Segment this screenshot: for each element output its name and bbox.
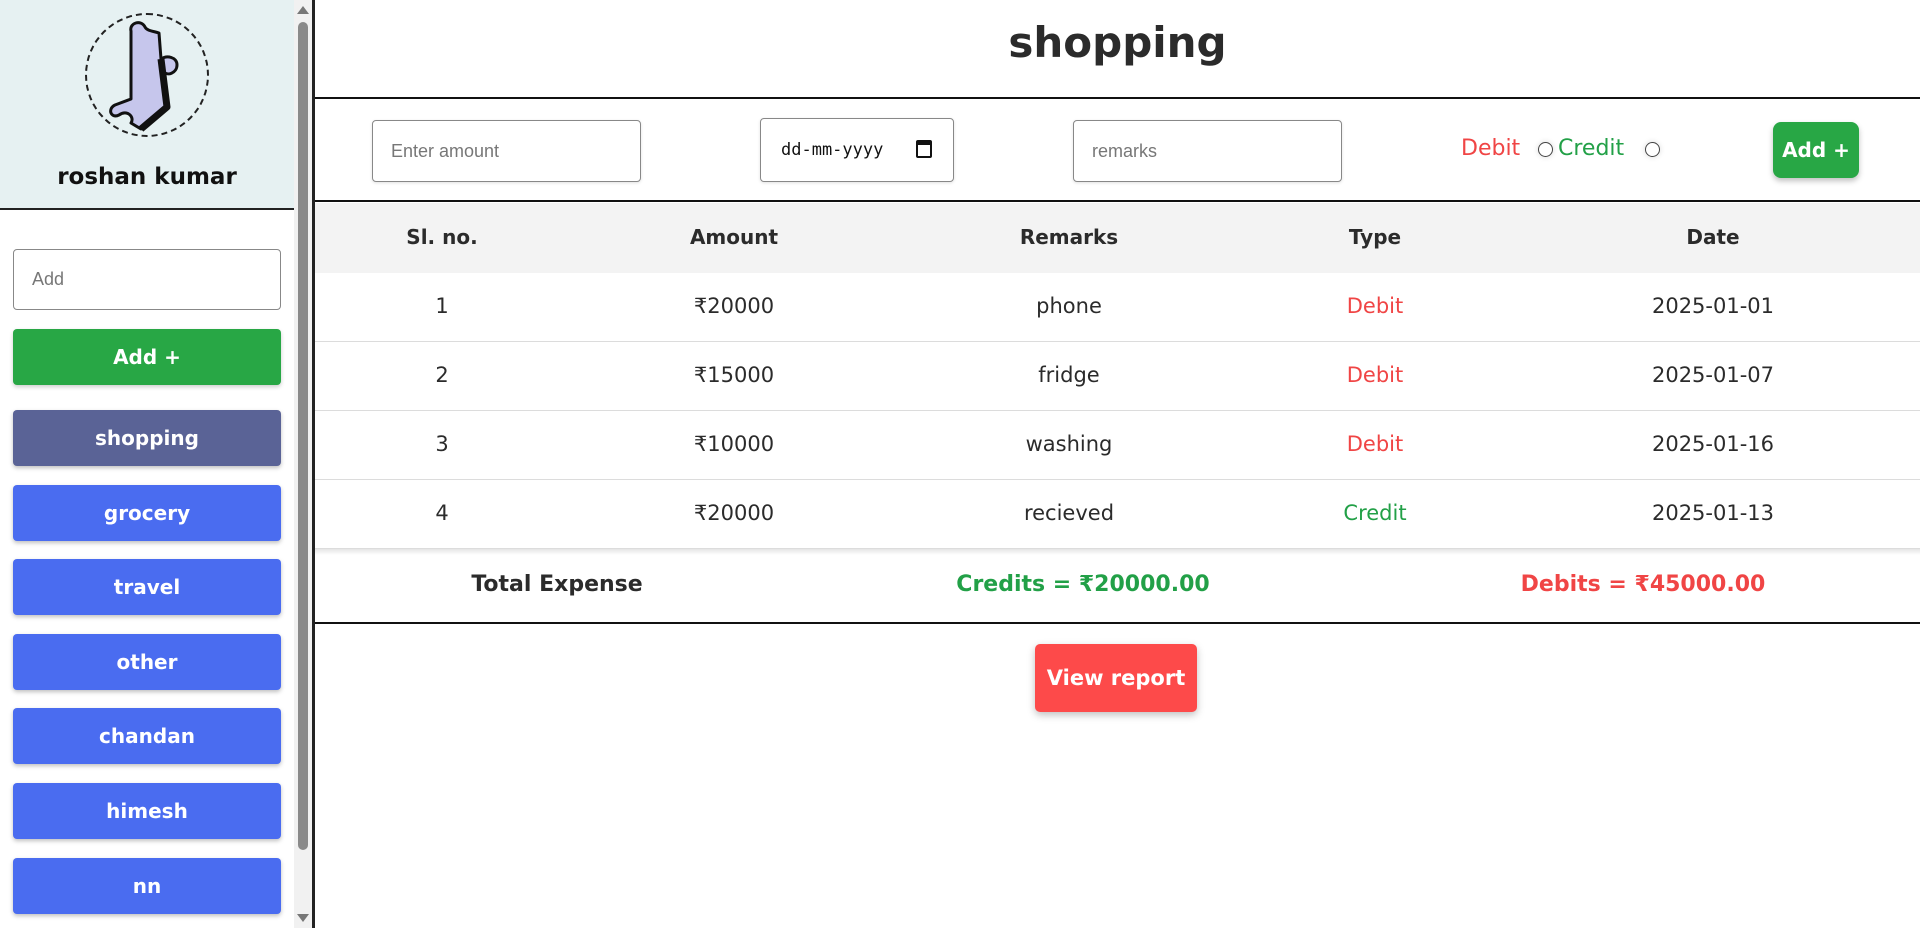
total-expense-label: Total Expense <box>471 572 643 597</box>
cell-date: 2025-01-01 <box>1651 294 1775 318</box>
scroll-down-arrow-icon[interactable] <box>297 914 309 922</box>
debit-label: Debit <box>1461 136 1521 161</box>
credits-total: Credits = ₹20000.00 <box>956 572 1210 597</box>
page-title: shopping <box>1008 18 1227 67</box>
view-report-button[interactable]: View report <box>1035 644 1197 712</box>
scroll-thumb[interactable] <box>298 22 308 850</box>
date-placeholder: dd-mm-yyyy <box>781 140 884 160</box>
main-panel: shopping dd-mm-yyyy Debit Credit Add + S… <box>315 0 1920 928</box>
category-add-input[interactable] <box>13 249 281 310</box>
header-remarks: Remarks <box>1019 225 1119 249</box>
cell-date: 2025-01-13 <box>1651 501 1775 525</box>
cell-date: 2025-01-16 <box>1651 432 1775 456</box>
table-shadow <box>315 549 1920 555</box>
scroll-up-arrow-icon[interactable] <box>297 6 309 14</box>
cell-remarks: washing <box>1025 432 1113 456</box>
puzzle-piece-icon <box>109 21 179 132</box>
category-button-other[interactable]: other <box>13 634 281 690</box>
category-button-chandan[interactable]: chandan <box>13 708 281 764</box>
cell-amount: ₹20000 <box>693 294 775 318</box>
header-sl-no: Sl. no. <box>406 225 478 249</box>
cell-sl-no: 3 <box>435 432 449 456</box>
cell-amount: ₹10000 <box>693 432 775 456</box>
amount-input[interactable] <box>372 120 641 182</box>
category-button-shopping[interactable]: shopping <box>13 410 281 466</box>
profile-name: roshan kumar <box>57 164 237 190</box>
table-row: 4 ₹20000 recieved Credit 2025-01-13 <box>315 480 1920 549</box>
cell-type: Credit <box>1343 501 1407 525</box>
category-button-nn[interactable]: nn <box>13 858 281 914</box>
cell-sl-no: 4 <box>435 501 449 525</box>
table-row: 1 ₹20000 phone Debit 2025-01-01 <box>315 273 1920 342</box>
debit-radio[interactable] <box>1538 142 1553 157</box>
category-add-button[interactable]: Add + <box>13 329 281 385</box>
header-type: Type <box>1348 225 1402 249</box>
header-date: Date <box>1686 225 1740 249</box>
credit-label: Credit <box>1558 136 1625 161</box>
cell-sl-no: 2 <box>435 363 449 387</box>
cell-type: Debit <box>1346 363 1404 387</box>
header-amount: Amount <box>689 225 779 249</box>
form-divider <box>315 200 1920 202</box>
summary-divider <box>315 622 1920 624</box>
header-divider <box>315 97 1920 99</box>
category-button-travel[interactable]: travel <box>13 559 281 615</box>
sidebar-scrollbar[interactable] <box>294 0 312 928</box>
cell-remarks: recieved <box>1023 501 1115 525</box>
cell-type: Debit <box>1346 294 1404 318</box>
credit-radio[interactable] <box>1645 142 1660 157</box>
category-button-himesh[interactable]: himesh <box>13 783 281 839</box>
remarks-input[interactable] <box>1073 120 1342 182</box>
cell-amount: ₹20000 <box>693 501 775 525</box>
cell-remarks: fridge <box>1038 363 1100 387</box>
table-row: 3 ₹10000 washing Debit 2025-01-16 <box>315 411 1920 480</box>
cell-remarks: phone <box>1036 294 1102 318</box>
cell-sl-no: 1 <box>435 294 449 318</box>
profile-panel: roshan kumar <box>0 0 294 210</box>
add-transaction-button[interactable]: Add + <box>1773 122 1859 178</box>
cell-date: 2025-01-07 <box>1651 363 1775 387</box>
date-input[interactable]: dd-mm-yyyy <box>760 118 954 182</box>
table-header: Sl. no. Amount Remarks Type Date <box>315 203 1920 273</box>
category-button-grocery[interactable]: grocery <box>13 485 281 541</box>
sidebar: roshan kumar Add + shopping grocery trav… <box>0 0 294 928</box>
table-row: 2 ₹15000 fridge Debit 2025-01-07 <box>315 342 1920 411</box>
debits-total: Debits = ₹45000.00 <box>1520 572 1766 597</box>
avatar <box>85 13 209 137</box>
calendar-icon[interactable] <box>916 140 932 158</box>
cell-type: Debit <box>1346 432 1404 456</box>
cell-amount: ₹15000 <box>693 363 775 387</box>
